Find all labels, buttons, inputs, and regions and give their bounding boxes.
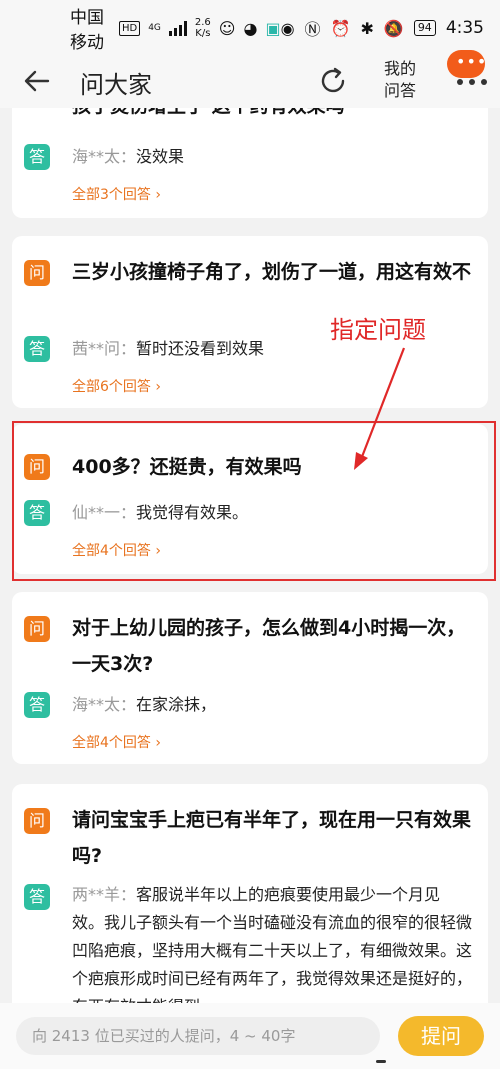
back-arrow-icon[interactable] [22,66,52,96]
answer-text: 海**太：没效果 [72,143,472,171]
my-questions-button[interactable]: 我的 问答 [380,58,420,102]
alarm-icon: ⏰ [330,18,351,38]
question-row: 问 [24,808,50,834]
answer-text: 两**羊：客服说半年以上的疤痕要使用最少一个月见效。我儿子额头有一个当时磕碰没有… [72,881,472,1003]
question-text: 三岁小孩撞椅子角了，划伤了一道，用这有效不 [72,261,472,283]
nfc-icon: Ⓝ [304,20,321,39]
question-card[interactable]: 问 请问宝宝手上疤已有半年了，现在用一只有效果吗? 答 两**羊：客服说半年以上… [12,784,488,1003]
answer-content: 在家涂抹， [136,695,217,714]
app-notification-icon: ☺ [218,18,236,38]
home-indicator [376,1060,386,1063]
hd-badge: HD [118,20,141,36]
navigation-bar: 问大家 我的 问答 [0,56,500,108]
question-text: 请问宝宝手上疤已有半年了，现在用一只有效果吗? [72,809,472,867]
answer-row: 答 [24,884,50,910]
question-tag-icon: 问 [24,616,50,642]
bluetooth-icon: ✱ [360,18,374,38]
network-speed: 2.6 K/s [194,17,211,39]
clock: 4:35 [445,18,484,38]
answer-text: 海**太：在家涂抹， [72,691,472,719]
question-row: 问 [24,260,50,286]
answer-tag-icon: 答 [24,884,50,910]
answer-row: 答 [24,336,50,362]
all-answers-link[interactable]: 全部6个回答 › [72,376,161,396]
answer-row: 答 [24,692,50,718]
eye-icon: ◉ [280,18,295,38]
answer-user: 两**羊： [72,885,137,904]
answer-user: 茜**问： [72,339,137,358]
annotation-highlight-box [12,421,496,581]
answer-tag-icon: 答 [24,144,50,170]
question-text: 对于上幼儿园的孩子，怎么做到4小时揭一次，一天3次? [72,617,466,675]
question-list: 孩子烫伤增生了 这个药有效果吗 答 海**太：没效果 全部3个回答 › 问 三岁… [0,108,500,1003]
question-row: 问 [24,616,50,642]
answer-user: 海**太： [72,695,137,714]
ask-question-input[interactable] [16,1017,380,1055]
answer-content: 暂时还没看到效果 [136,339,265,358]
all-answers-link[interactable]: 全部3个回答 › [72,184,161,204]
network-type: 4G [148,22,161,33]
ask-bar: 提问 [0,1003,500,1069]
annotation-arrow-icon [354,347,406,470]
question-tag-icon: 问 [24,808,50,834]
status-bar: 中国移动 HD 4G 2.6 K/s ☺ ◕ ▣ ◉ Ⓝ ⏰ ✱ 🔕 94 4:3… [0,0,500,56]
question-text: 孩子烫伤增生了 这个药有效果吗 [72,108,472,124]
my-questions-line2: 问答 [383,81,416,100]
ask-button[interactable]: 提问 [398,1016,484,1056]
question-card[interactable]: 孩子烫伤增生了 这个药有效果吗 答 海**太：没效果 全部3个回答 › [12,108,488,218]
carrier-label: 中国移动 [70,8,104,53]
refresh-icon[interactable] [316,64,350,98]
answer-row: 答 [24,144,50,170]
answer-user: 海**太： [72,147,137,166]
answer-tag-icon: 答 [24,692,50,718]
annotation-label: 指定问题 [330,316,426,344]
answer-content: 没效果 [136,147,185,166]
qq-icon: ◕ [243,18,258,38]
answer-tag-icon: 答 [24,336,50,362]
battery-indicator: 94 [413,20,436,36]
question-tag-icon: 问 [24,260,50,286]
app-badge-icon: ▣ [265,18,281,38]
page-title: 问大家 [80,71,152,99]
my-questions-line1: 我的 [383,59,416,78]
all-answers-link[interactable]: 全部4个回答 › [72,732,161,752]
question-card[interactable]: 问 对于上幼儿园的孩子，怎么做到4小时揭一次，一天3次? 答 海**太：在家涂抹… [12,592,488,764]
signal-icon [168,20,187,36]
badge-dots: ••• [456,52,488,71]
mute-icon: 🔕 [383,18,404,38]
